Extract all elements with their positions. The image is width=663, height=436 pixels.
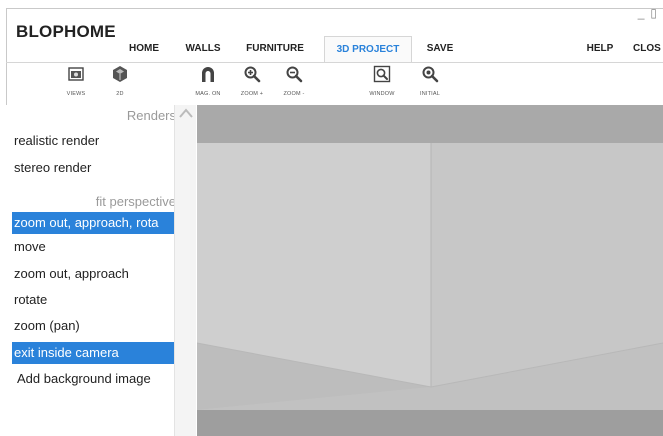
window-zoom-icon xyxy=(373,65,391,83)
menu-walls[interactable]: WALLS xyxy=(180,36,226,62)
zoom-in-label: ZOOM + xyxy=(240,91,264,97)
window-controls: _ ▯ xyxy=(632,6,657,20)
zoom-out-label: ZOOM - xyxy=(283,91,305,97)
zoom-in-button[interactable]: ZOOM + xyxy=(232,65,272,103)
fit-perspective-header: fit perspective xyxy=(95,194,176,209)
menu-home[interactable]: HOME xyxy=(122,36,166,62)
chevron-up-icon[interactable] xyxy=(179,107,193,119)
zoom-pan-item[interactable]: zoom (pan) xyxy=(14,315,178,337)
add-background-image-item[interactable]: Add background image xyxy=(14,368,178,390)
menu-bar: HOME WALLS FURNITURE 3D PROJECT SAVE HEL… xyxy=(0,36,663,63)
rotate-item[interactable]: rotate xyxy=(14,289,178,311)
zoom-in-icon xyxy=(244,66,261,83)
menu-save[interactable]: SAVE xyxy=(420,36,460,62)
exit-inside-camera-item[interactable]: exit inside camera xyxy=(12,342,176,364)
menu-furniture[interactable]: FURNITURE xyxy=(240,36,310,62)
magnet-button[interactable]: MAG. ON xyxy=(188,65,228,103)
2d-button[interactable]: 2D xyxy=(100,65,140,103)
initial-zoom-button[interactable]: INITIAL xyxy=(410,65,450,103)
maximize-button[interactable]: ▯ xyxy=(650,6,657,20)
views-label: VIEWS xyxy=(66,91,86,97)
move-item[interactable]: move xyxy=(14,236,178,258)
3d-viewport[interactable] xyxy=(197,105,663,436)
views-button[interactable]: VIEWS xyxy=(56,65,96,103)
ceiling-band xyxy=(197,105,663,143)
menu-close[interactable]: CLOS xyxy=(633,36,663,62)
toolbar: VIEWS 2D MAG. ON ZOOM + ZOOM - WINDOW IN… xyxy=(0,63,663,105)
zoom-approach-item[interactable]: zoom out, approach xyxy=(14,263,178,285)
2d-label: 2D xyxy=(116,91,124,97)
cube-2d-icon xyxy=(113,66,127,82)
magnet-icon xyxy=(202,67,214,82)
realistic-render-item[interactable]: realistic render xyxy=(14,130,178,152)
views-icon xyxy=(68,67,84,81)
zoom-out-button[interactable]: ZOOM - xyxy=(274,65,314,103)
blophome-window: BLOPHOME _ ▯ HOME WALLS FURNITURE 3D PROJ… xyxy=(0,0,663,436)
initial-label: INITIAL xyxy=(419,91,441,97)
initial-zoom-icon xyxy=(422,66,439,83)
menu-help[interactable]: HELP xyxy=(580,36,620,62)
window-zoom-button[interactable]: WINDOW xyxy=(362,65,402,103)
options-panel: Renders realistic render stereo render f… xyxy=(6,105,176,436)
bottom-band xyxy=(197,410,663,436)
window-label: WINDOW xyxy=(369,91,395,97)
options-scrollbar[interactable] xyxy=(174,105,196,436)
room-render xyxy=(197,105,663,436)
zoom-approach-rotate-item[interactable]: zoom out, approach, rota xyxy=(12,212,176,234)
renders-header: Renders xyxy=(126,108,176,123)
zoom-out-icon xyxy=(286,66,303,83)
stereo-render-item[interactable]: stereo render xyxy=(14,157,178,179)
mag-on-label: MAG. ON xyxy=(195,91,221,97)
menu-3d-project[interactable]: 3D PROJECT xyxy=(324,36,412,63)
minimize-button[interactable]: _ xyxy=(638,6,645,20)
